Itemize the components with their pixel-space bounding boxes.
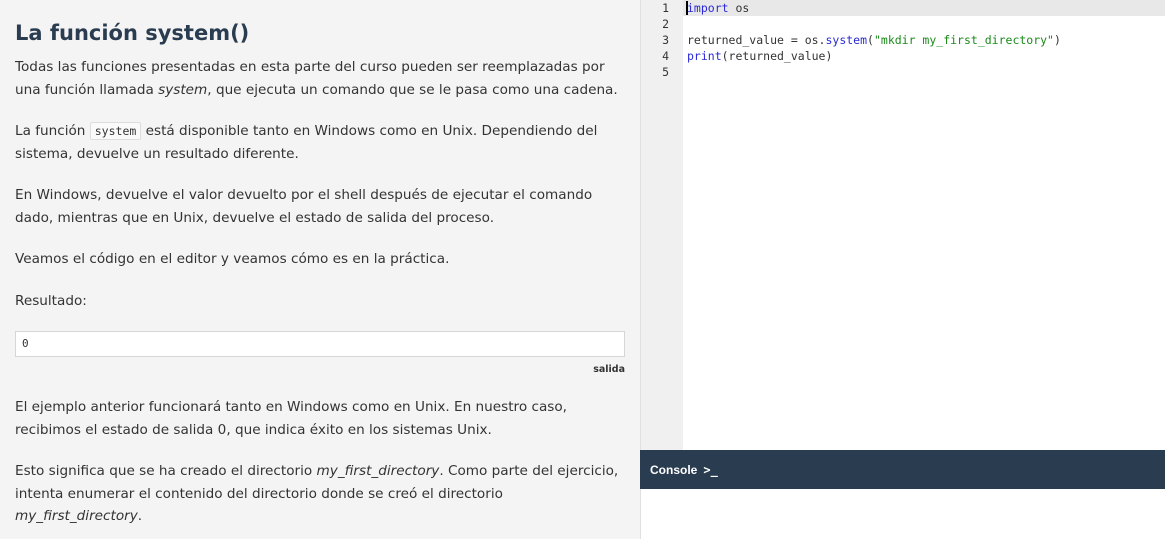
line-number: 5 [662, 65, 669, 79]
page-title: La función system() [15, 21, 250, 45]
terminal-prompt-icon: >_ [703, 462, 718, 477]
string-literal: "mkdir my_first_directory" [873, 33, 1054, 47]
inline-code-system: system [89, 122, 142, 140]
lesson-paragraph-1: Todas las funciones presentadas en esta … [15, 56, 625, 101]
p1-text-b: , que ejecuta un comando que se le pasa … [207, 81, 618, 98]
console-label: Console [650, 462, 698, 477]
lesson-paragraph-4: Veamos el código en el editor y veamos c… [15, 251, 450, 267]
p7-emphasis-2: my_first_directory [15, 508, 138, 524]
keyword-import: import [687, 1, 729, 15]
keyword-print: print [687, 49, 722, 63]
code-line-1[interactable]: import os [687, 0, 1157, 16]
lesson-paragraph-6: El ejemplo anterior funcionará tanto en … [15, 399, 568, 438]
output-box: 0 [15, 331, 625, 357]
p7-text-c: . [137, 508, 143, 524]
p1-emphasis: system [158, 81, 208, 98]
line-number: 1 [662, 1, 669, 15]
line-number-gutter: 1 2 3 4 5 [641, 0, 683, 450]
code-token: ) [1053, 33, 1061, 47]
output-label: salida [593, 364, 625, 375]
code-token: ( [867, 33, 874, 47]
text-cursor [686, 1, 688, 15]
lesson-panel: La función system() Todas las funciones … [0, 0, 640, 539]
code-line-4[interactable]: print(returned_value) [687, 48, 1157, 64]
p2-text-a: La función [15, 123, 90, 139]
code-area[interactable]: import os returned_value = os.system("mk… [687, 0, 1157, 80]
code-token: os [728, 1, 750, 15]
code-line-5[interactable] [687, 64, 1157, 80]
function-system: system [825, 33, 868, 47]
p7-emphasis-1: my_first_directory [316, 463, 440, 479]
line-number: 2 [662, 17, 669, 31]
lesson-paragraph-3: En Windows, devuelve el valor devuelto p… [15, 187, 593, 226]
console-header[interactable]: Console >_ [640, 450, 1165, 489]
code-token: (returned_value) [721, 49, 833, 63]
result-heading: Resultado: [15, 292, 87, 309]
p7-text-a: Esto significa que se ha creado el direc… [15, 463, 317, 479]
code-editor[interactable]: 1 2 3 4 5 import os returned_value = os.… [640, 0, 1165, 450]
code-line-2[interactable] [687, 16, 1157, 32]
line-number: 3 [662, 33, 669, 47]
line-number: 4 [662, 49, 669, 63]
console-output[interactable] [640, 489, 1165, 539]
lesson-paragraph-7: Esto significa que se ha creado el direc… [15, 460, 625, 528]
code-token: returned_value = os. [687, 33, 826, 47]
code-line-3[interactable]: returned_value = os.system("mkdir my_fir… [687, 32, 1157, 48]
lesson-paragraph-2: La función system está disponible tanto … [15, 120, 625, 165]
